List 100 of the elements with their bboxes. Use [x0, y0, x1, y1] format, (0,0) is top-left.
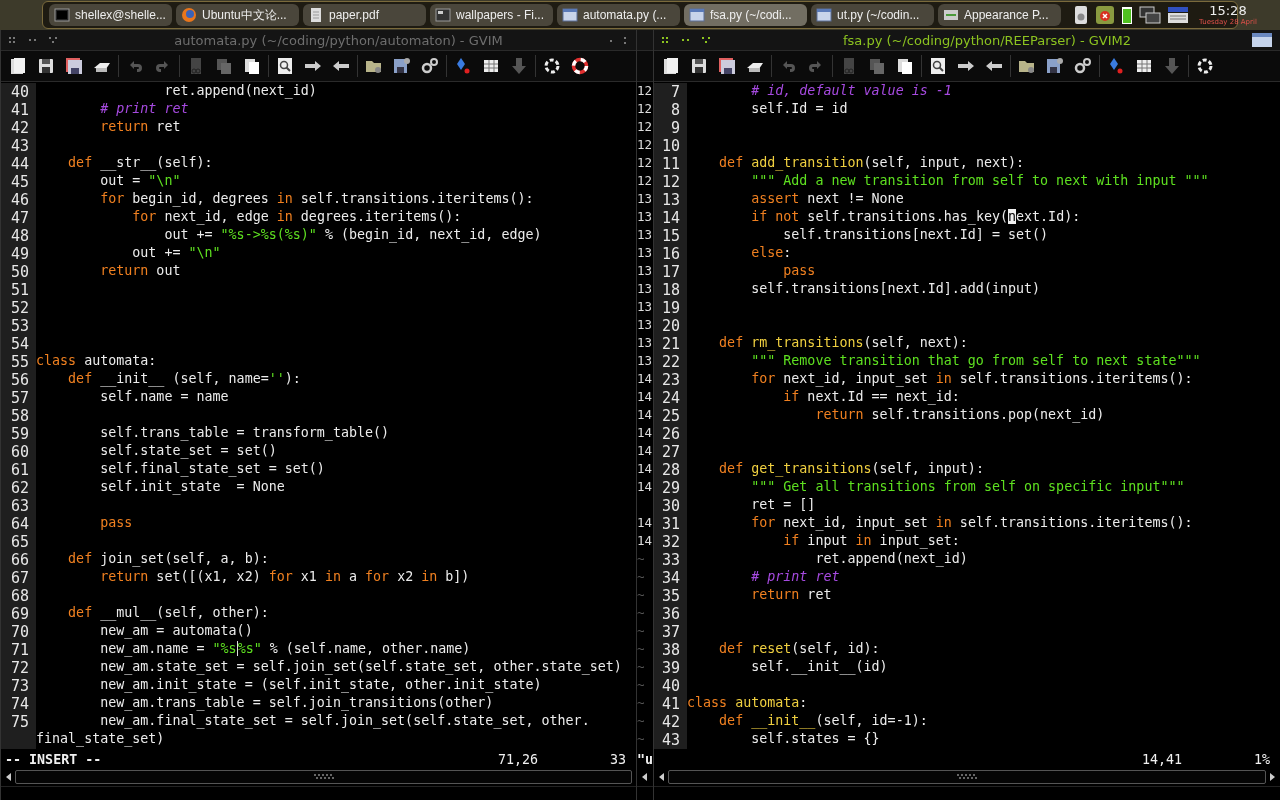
task-button[interactable]: paper.pdf [303, 4, 426, 26]
task-button[interactable]: ut.py (~/codin... [811, 4, 934, 26]
save-all-icon[interactable] [717, 56, 737, 76]
window-icon [54, 7, 70, 23]
document-icon[interactable] [661, 56, 681, 76]
settings-icon[interactable] [1073, 56, 1093, 76]
line-number: 46 [1, 191, 36, 209]
code-line: final_state_set) [36, 731, 165, 749]
copy-icon[interactable] [867, 56, 887, 76]
line-number: 75 [1, 713, 36, 731]
line-number: 72 [1, 659, 36, 677]
line-number: 14 [637, 461, 653, 478]
document-icon[interactable] [8, 56, 28, 76]
error-badge-icon[interactable] [1095, 5, 1115, 25]
filler-line: ~ [637, 695, 646, 712]
scrollbar-thumb[interactable] [15, 770, 632, 784]
code-line: self.Id = id [750, 101, 848, 118]
line-number: 45 [1, 173, 36, 191]
code-line: for begin_id, degrees in self.transitions.iteritems(): [99, 191, 534, 209]
line-number: 10 [654, 137, 687, 155]
line-number: 33 [654, 551, 687, 569]
line-number: 12 [637, 119, 653, 136]
code-line: self.transitions[next.Id] = set() [782, 227, 1049, 244]
line-number: 12 [637, 137, 653, 154]
line-number: 52 [1, 299, 36, 317]
code-line: def rm_transitions(self, next): [718, 335, 968, 353]
line-number: 14 [654, 209, 687, 227]
line-number: 13 [637, 245, 653, 262]
task-button[interactable]: fsa.py (~/codi... [684, 4, 807, 26]
line-number: 12 [637, 83, 653, 100]
task-button[interactable]: Appearance P... [938, 4, 1061, 26]
scroll-left-icon[interactable] [5, 772, 13, 782]
search-icon[interactable] [928, 56, 948, 76]
line-number: 13 [637, 353, 653, 370]
line-number: 13 [637, 227, 653, 244]
code-line: """ Get all transitions from self on specific input""" [750, 479, 1185, 496]
line-number: 13 [654, 191, 687, 209]
task-button[interactable]: Ubuntu中文论... [176, 4, 299, 26]
down-arrow-icon[interactable] [509, 56, 529, 76]
lifebuoy-icon[interactable] [570, 56, 590, 76]
line-number: 20 [654, 317, 687, 335]
code-line: class automata: [36, 353, 157, 370]
code-line: if input in input_set: [782, 533, 960, 551]
network-icon[interactable] [1139, 5, 1161, 25]
filler-line: ~ [637, 659, 646, 676]
battery-icon[interactable] [1121, 5, 1133, 25]
paste-icon[interactable] [895, 56, 915, 76]
ring-icon[interactable] [542, 56, 562, 76]
window-title: automata.py (~/coding/python/automaton) - GVIM [173, 32, 504, 48]
line-number: 48 [1, 227, 36, 245]
cursor-position: 71,26 [497, 751, 540, 767]
code-line: return ret [99, 119, 181, 136]
code-line: return set([(x1, x2) for x1 in a for x2 in b]) [99, 569, 470, 586]
ring-icon[interactable] [1195, 56, 1215, 76]
task-button[interactable]: shellex@shelle... [49, 4, 172, 26]
settings-icon[interactable] [420, 56, 440, 76]
paste-icon[interactable] [242, 56, 262, 76]
cursor-position: 14,41 [1141, 751, 1184, 767]
copy-icon[interactable] [214, 56, 234, 76]
code-line: new_am.state_set = self.join_set(self.state_set, other.state_set) [99, 659, 622, 677]
line-number: 68 [1, 587, 36, 605]
line-number: 39 [654, 659, 687, 677]
code-line: pass [782, 263, 816, 280]
window-icon [816, 7, 832, 23]
code-line: self.final_state_set = set() [99, 461, 325, 479]
code-line: if next.Id == next_id: [782, 389, 960, 407]
line-number: 36 [654, 605, 687, 623]
disk-gear-icon[interactable] [1045, 56, 1065, 76]
line-number: 13 [637, 209, 653, 226]
code-line: pass [99, 515, 133, 532]
document-icon [308, 7, 324, 23]
line-number: 13 [637, 335, 653, 352]
line-number: 9 [654, 119, 687, 137]
code-line: out = "\n" [99, 173, 181, 190]
disk-gear-icon[interactable] [392, 56, 412, 76]
line-number: 67 [1, 569, 36, 587]
down-arrow-icon[interactable] [1162, 56, 1182, 76]
scroll-right-icon[interactable] [1268, 772, 1276, 782]
scrollbar-thumb[interactable] [668, 770, 1266, 784]
line-number: 18 [654, 281, 687, 299]
line-number: 32 [654, 533, 687, 551]
window-icon[interactable] [1250, 32, 1274, 48]
line-number: 38 [654, 641, 687, 659]
save-icon[interactable] [36, 56, 56, 76]
keyboard-icon[interactable] [1167, 5, 1189, 25]
line-number: 71 [1, 641, 36, 659]
scroll-percent: 1% [1253, 751, 1271, 767]
save-icon[interactable] [689, 56, 709, 76]
search-icon[interactable] [275, 56, 295, 76]
code-line: self.__init__(id) [750, 659, 888, 677]
speaker-icon[interactable] [1073, 5, 1089, 25]
line-number: 40 [1, 83, 36, 101]
code-line: for next_id, edge in degrees.iteritems(): [131, 209, 462, 227]
line-number: 74 [1, 695, 36, 713]
line-number: 25 [654, 407, 687, 425]
save-all-icon[interactable] [64, 56, 84, 76]
task-button[interactable]: wallpapers - Fi... [430, 4, 553, 26]
filler-line: ~ [637, 677, 646, 694]
task-button[interactable]: automata.py (... [557, 4, 680, 26]
line-number: 19 [654, 299, 687, 317]
